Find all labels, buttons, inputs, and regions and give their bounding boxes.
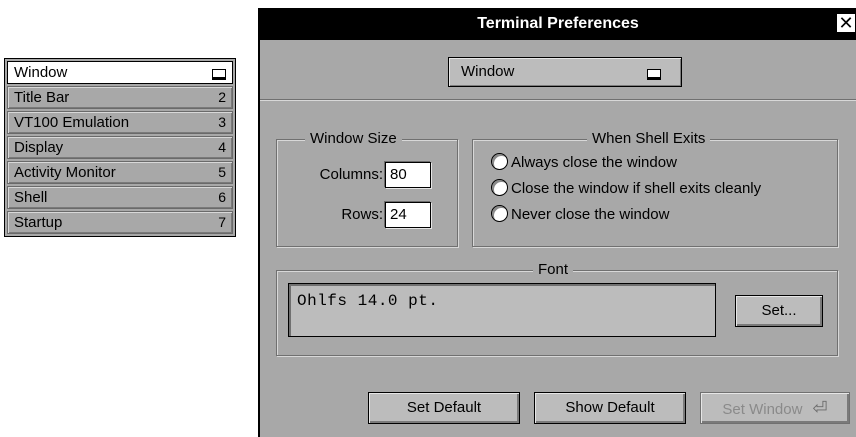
- menu-item-label: Activity Monitor: [14, 164, 116, 181]
- set-font-button[interactable]: Set...: [735, 295, 823, 327]
- menu-item-shortcut: 4: [218, 139, 226, 155]
- menu-item-shell[interactable]: Shell 6: [7, 186, 233, 209]
- radio-always-close[interactable]: Always close the window: [491, 152, 677, 174]
- window-size-group: Window Size Columns: 80 Rows: 24: [276, 130, 458, 247]
- menu-item-label: VT100 Emulation: [14, 114, 130, 131]
- set-window-label: Set Window: [722, 401, 803, 418]
- section-menu: Window Title Bar 2 VT100 Emulation 3 Dis…: [4, 58, 236, 237]
- divider: [260, 99, 856, 101]
- menu-item-shortcut: 6: [218, 189, 226, 205]
- menu-item-shortcut: 3: [218, 114, 226, 130]
- radio-label: Never close the window: [511, 206, 670, 223]
- show-default-button[interactable]: Show Default: [534, 392, 686, 424]
- set-default-button[interactable]: Set Default: [368, 392, 520, 424]
- menu-item-label: Window: [14, 64, 68, 81]
- menu-item-activity-monitor[interactable]: Activity Monitor 5: [7, 161, 233, 184]
- radio-button[interactable]: [491, 205, 508, 222]
- columns-label: Columns:: [319, 166, 383, 183]
- menu-item-label: Shell: [14, 189, 48, 206]
- menu-item-vt100-emulation[interactable]: VT100 Emulation 3: [7, 111, 233, 134]
- menu-item-display[interactable]: Display 4: [7, 136, 233, 159]
- title-bar[interactable]: Terminal Preferences ✕: [260, 8, 856, 40]
- menu-item-window[interactable]: Window: [7, 61, 233, 84]
- radio-button[interactable]: [491, 153, 508, 170]
- close-icon[interactable]: ✕: [836, 13, 856, 33]
- shell-exit-title: When Shell Exits: [587, 130, 711, 148]
- menu-item-shortcut: 2: [218, 89, 226, 105]
- window-size-title: Window Size: [305, 130, 402, 148]
- dialog-title: Terminal Preferences: [477, 15, 639, 32]
- columns-field[interactable]: 80: [385, 162, 431, 188]
- shell-exit-group: When Shell Exits Always close the window…: [472, 130, 838, 247]
- menu-item-shortcut: 7: [218, 214, 226, 230]
- font-title: Font: [533, 261, 574, 279]
- menu-item-label: Display: [14, 139, 64, 156]
- menu-item-startup[interactable]: Startup 7: [7, 211, 233, 234]
- popup-menu-icon: [647, 69, 661, 80]
- radio-button[interactable]: [491, 179, 508, 196]
- section-popup-label: Window: [461, 63, 515, 80]
- menu-item-label: Title Bar: [14, 89, 70, 106]
- radio-close-if-clean[interactable]: Close the window if shell exits cleanly: [491, 178, 761, 200]
- set-window-button[interactable]: Set Window ⏎: [700, 392, 850, 424]
- radio-label: Close the window if shell exits cleanly: [511, 180, 762, 197]
- return-key-icon: ⏎: [812, 398, 828, 418]
- menu-item-label: Startup: [14, 214, 63, 231]
- rows-label: Rows:: [341, 206, 383, 223]
- section-popup-button[interactable]: Window: [448, 57, 682, 87]
- menu-item-shortcut: 5: [218, 164, 226, 180]
- rows-field[interactable]: 24: [385, 202, 431, 228]
- terminal-preferences-dialog: Terminal Preferences ✕ Window Window Siz…: [258, 8, 856, 437]
- radio-never-close[interactable]: Never close the window: [491, 204, 669, 226]
- popup-menu-icon: [212, 69, 226, 80]
- radio-label: Always close the window: [511, 154, 677, 171]
- font-display: Ohlfs 14.0 pt.: [288, 283, 716, 337]
- menu-item-title-bar[interactable]: Title Bar 2: [7, 86, 233, 109]
- font-group: Font Ohlfs 14.0 pt. Set...: [276, 261, 838, 356]
